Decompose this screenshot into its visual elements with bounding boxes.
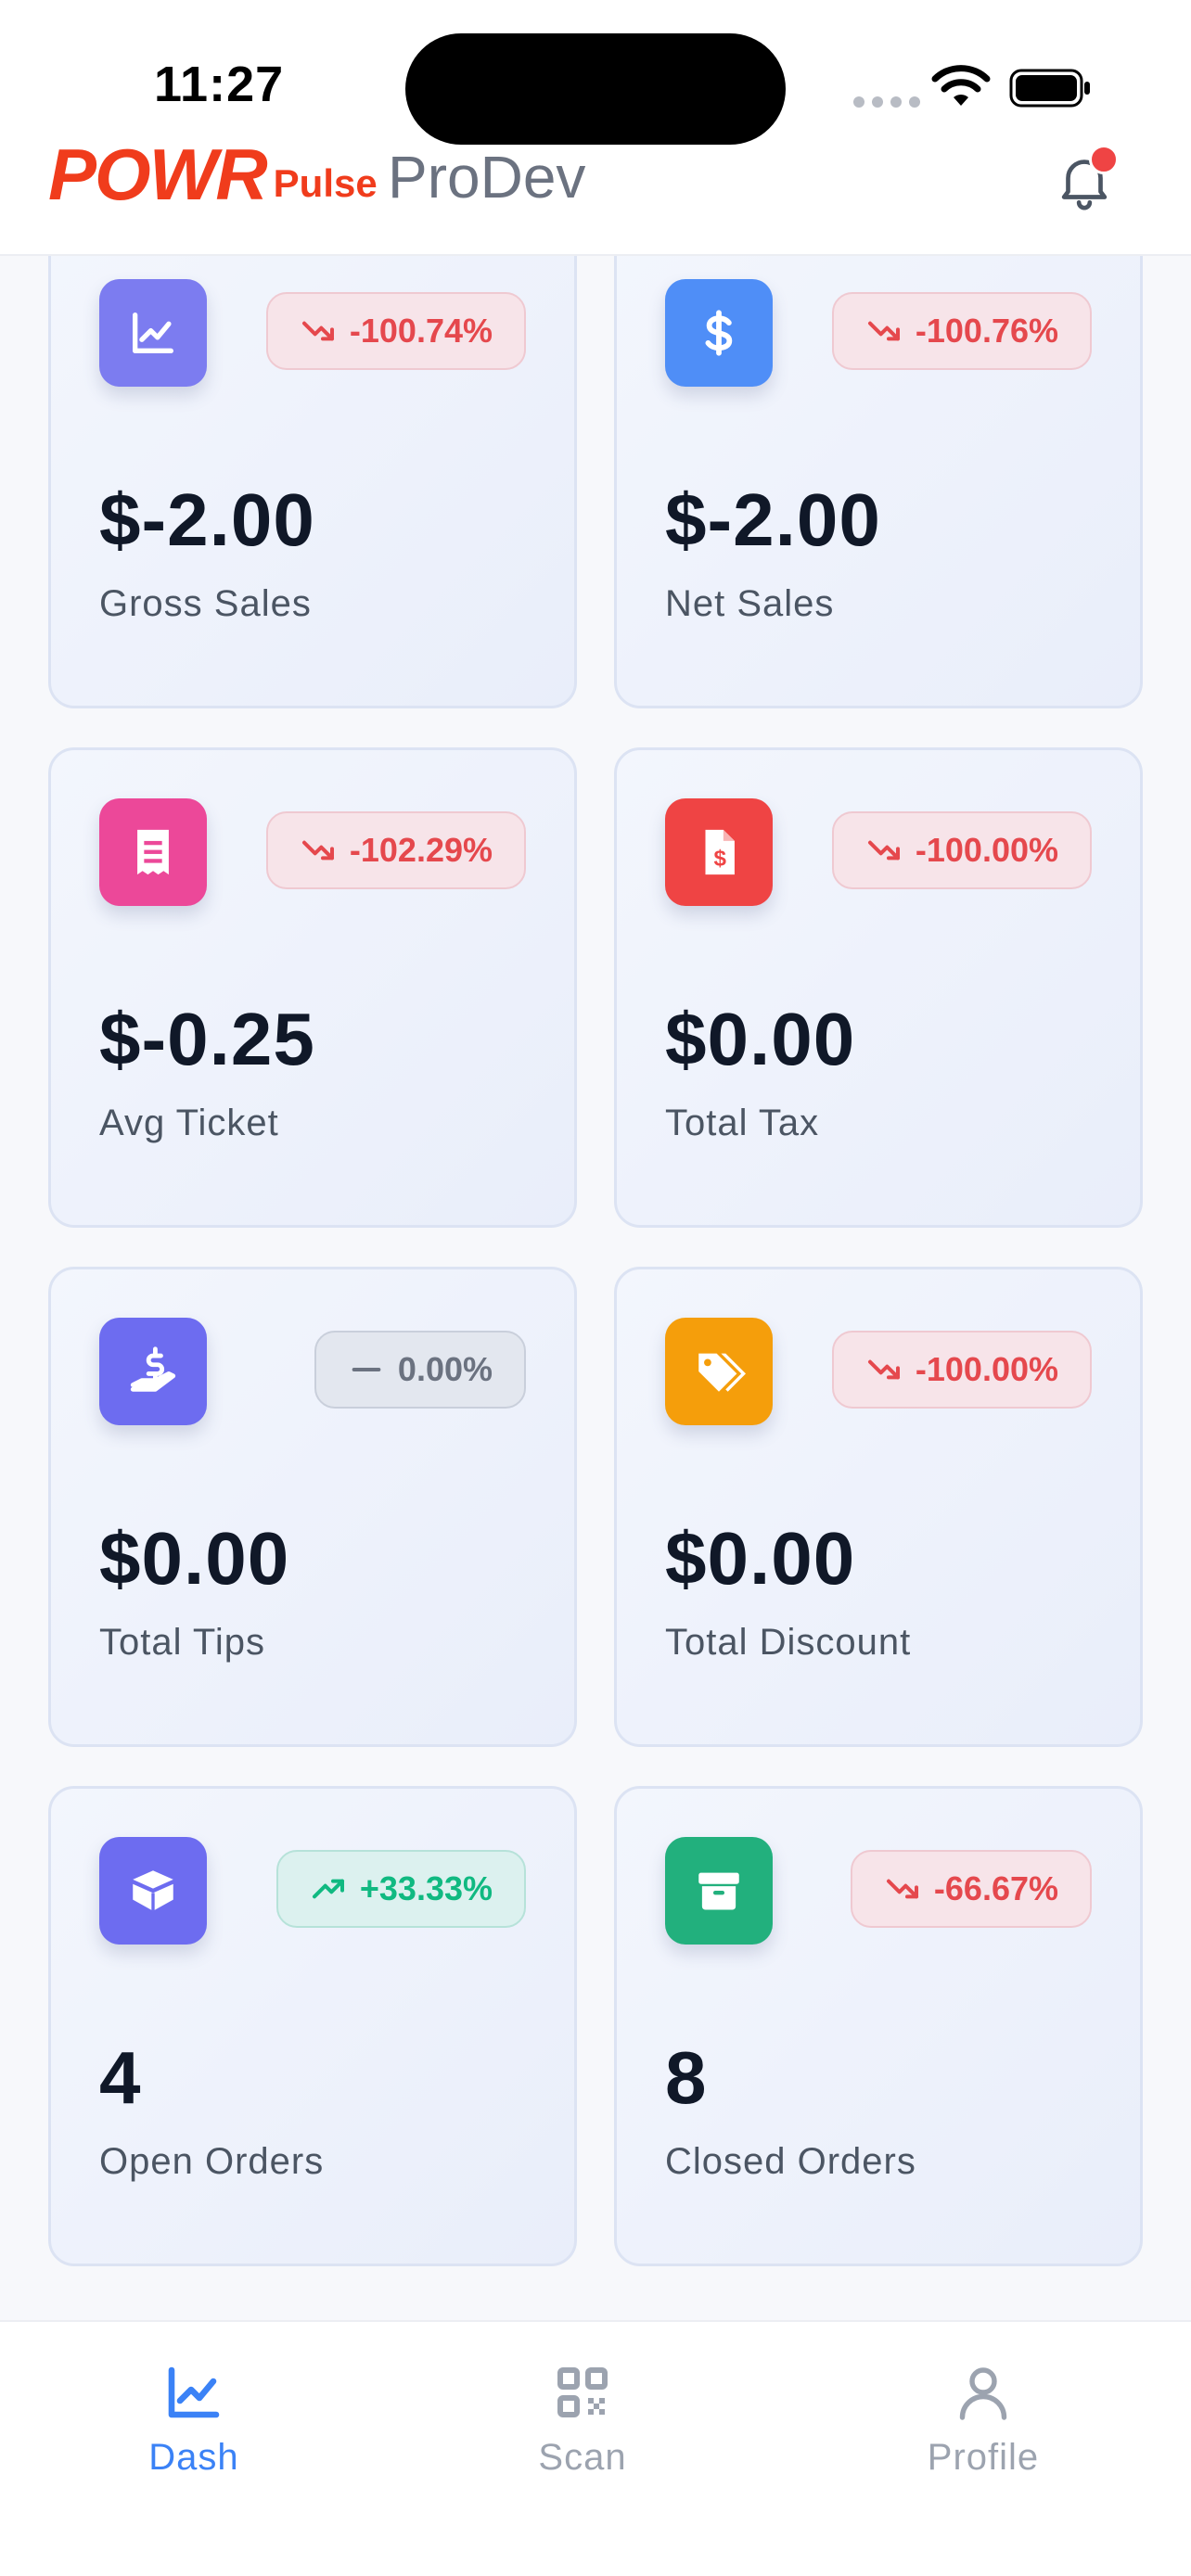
tab-scan[interactable]: Scan	[490, 2359, 675, 2479]
metric-value: $0.00	[665, 1517, 856, 1600]
tab-label: Profile	[927, 2437, 1040, 2478]
store-name[interactable]: ProDev	[388, 143, 585, 211]
dollar-icon	[665, 279, 773, 387]
metric-card-closed-orders[interactable]: -66.67% 8 Closed Orders	[614, 1786, 1143, 2266]
change-value: -66.67%	[933, 1869, 1058, 1907]
change-value: 0.00%	[397, 1350, 493, 1388]
metric-card-total-tax[interactable]: $ -100.00% $0.00 Total Tax	[614, 747, 1143, 1228]
trend-up-icon	[312, 1879, 344, 1899]
cellular-signal-icon	[853, 96, 920, 108]
metric-card-total-tips[interactable]: 0.00% $0.00 Total Tips	[48, 1267, 577, 1747]
trend-flat-icon	[352, 1368, 381, 1371]
bottom-tab-bar: Dash Scan Profile	[0, 2320, 1191, 2576]
trend-down-icon	[867, 321, 900, 341]
tab-profile[interactable]: Profile	[890, 2359, 1076, 2479]
change-badge: -100.74%	[265, 292, 526, 370]
logo-main-text: POWR	[48, 134, 268, 215]
metric-value: 4	[99, 2036, 142, 2119]
invoice-dollar-icon: $	[665, 798, 773, 906]
tab-dash[interactable]: Dash	[101, 2359, 287, 2479]
trend-down-icon	[301, 321, 334, 341]
metric-value: $-2.00	[665, 478, 881, 561]
change-value: -100.76%	[915, 312, 1058, 350]
receipt-icon	[99, 798, 207, 906]
metric-label: Gross Sales	[99, 583, 312, 624]
metric-value: $-0.25	[99, 998, 315, 1080]
chart-line-icon	[168, 2366, 220, 2418]
metric-label: Avg Ticket	[99, 1103, 279, 1143]
logo-sub-text: Pulse	[273, 161, 378, 205]
battery-icon	[1009, 69, 1090, 108]
tab-label: Scan	[538, 2437, 627, 2478]
change-value: -100.00%	[915, 1350, 1058, 1388]
svg-text:$: $	[713, 847, 726, 872]
metric-value: $0.00	[665, 998, 856, 1080]
archive-icon	[665, 1837, 773, 1945]
change-badge: -100.76%	[831, 292, 1092, 370]
metric-card-net-sales[interactable]: -100.76% $-2.00 Net Sales	[614, 228, 1143, 708]
notification-dot	[1089, 145, 1119, 174]
trend-down-icon	[301, 840, 334, 861]
status-bar-time: 11:27	[154, 57, 285, 112]
trend-down-icon	[867, 1359, 900, 1380]
metric-card-total-discount[interactable]: -100.00% $0.00 Total Discount	[614, 1267, 1143, 1747]
metric-label: Total Tips	[99, 1622, 265, 1663]
change-badge: 0.00%	[314, 1331, 526, 1409]
metric-label: Total Tax	[665, 1103, 820, 1143]
dynamic-island	[405, 33, 786, 145]
tags-icon	[665, 1318, 773, 1425]
box-open-icon	[99, 1837, 207, 1945]
chart-line-icon	[99, 279, 207, 387]
metric-value: 8	[665, 2036, 708, 2119]
powr-pulse-logo: POWR Pulse	[48, 134, 378, 215]
change-value: -100.74%	[349, 312, 493, 350]
app-header: 11:27 POWR Pulse ProDev	[0, 0, 1191, 256]
change-badge: -100.00%	[831, 1331, 1092, 1409]
metric-card-avg-ticket[interactable]: -102.29% $-0.25 Avg Ticket	[48, 747, 577, 1228]
change-badge: -100.00%	[831, 811, 1092, 889]
metric-card-gross-sales[interactable]: -100.74% $-2.00 Gross Sales	[48, 228, 577, 708]
qr-code-icon	[557, 2367, 608, 2417]
trend-down-icon	[886, 1879, 918, 1899]
hand-dollar-icon	[99, 1318, 207, 1425]
metric-value: $0.00	[99, 1517, 290, 1600]
metric-label: Open Orders	[99, 2141, 325, 2182]
metric-label: Net Sales	[665, 583, 835, 624]
metric-label: Closed Orders	[665, 2141, 916, 2182]
change-badge: -102.29%	[265, 811, 526, 889]
change-value: -100.00%	[915, 831, 1058, 869]
change-badge: +33.33%	[275, 1850, 526, 1928]
wifi-icon	[931, 65, 991, 106]
user-icon	[959, 2367, 1007, 2420]
trend-down-icon	[867, 840, 900, 861]
change-value: -102.29%	[349, 831, 493, 869]
change-badge: -66.67%	[850, 1850, 1092, 1928]
metric-value: $-2.00	[99, 478, 315, 561]
change-value: +33.33%	[359, 1869, 493, 1907]
metric-label: Total Discount	[665, 1622, 912, 1663]
tab-label: Dash	[148, 2437, 239, 2478]
metric-card-open-orders[interactable]: +33.33% 4 Open Orders	[48, 1786, 577, 2266]
